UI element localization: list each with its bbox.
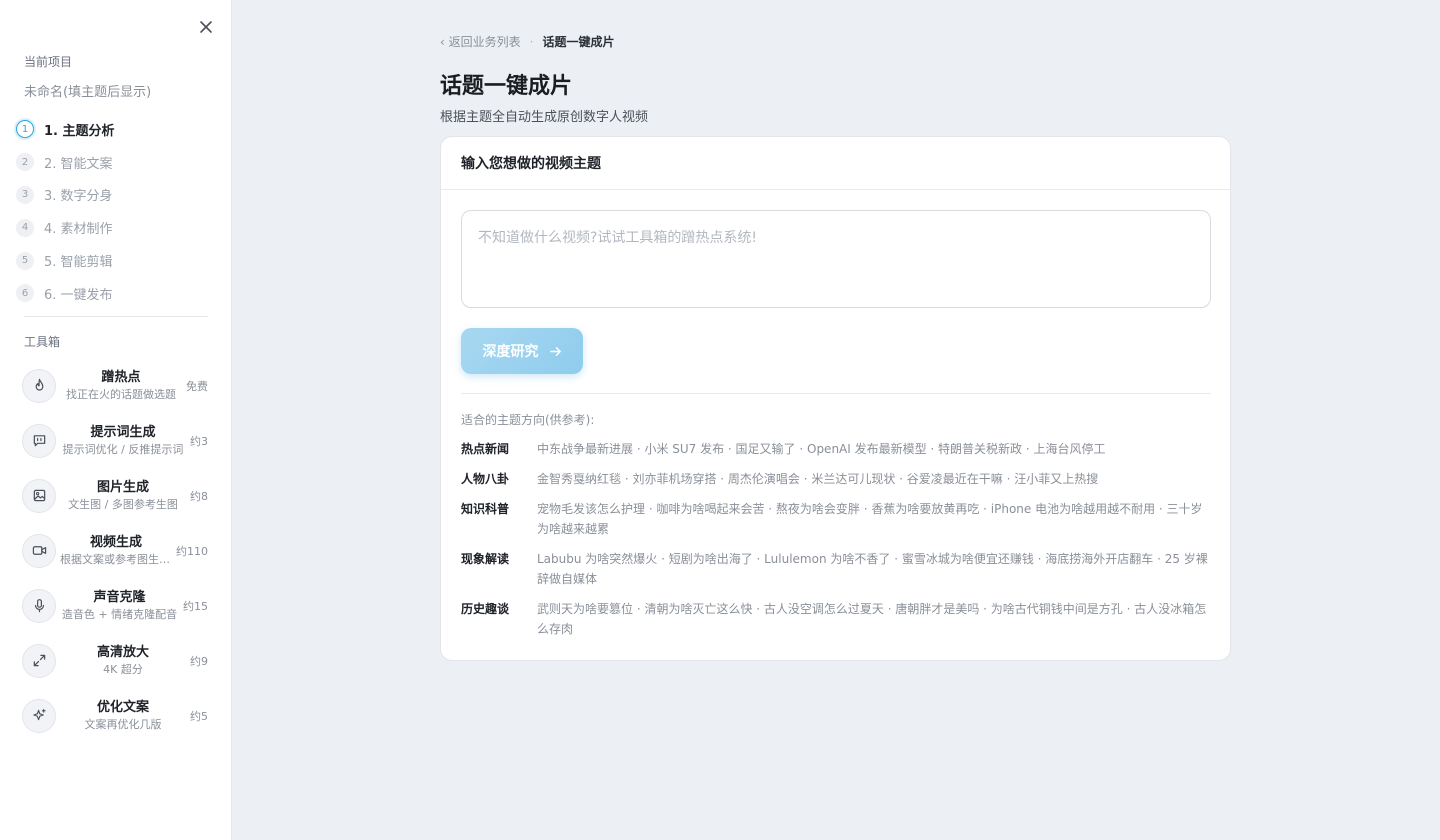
tool-title: 声音克隆 (93, 589, 146, 605)
category-row: 热点新闻 中东战争最新进展 · 小米 SU7 发布 · 国足又输了 · Open… (461, 439, 1211, 459)
close-icon[interactable] (197, 18, 215, 36)
microphone-icon (22, 588, 56, 623)
tool-title: 优化文案 (96, 699, 149, 715)
step-label: 2. 智能文案 (44, 156, 113, 172)
breadcrumb-separator: · (529, 34, 534, 49)
step-number: 4 (16, 218, 34, 237)
step-label: 4. 素材制作 (44, 222, 113, 238)
step-item-topic-analysis[interactable]: 1 1. 主题分析 (16, 113, 216, 146)
category-name: 人物八卦 (461, 472, 510, 486)
tool-cost: 免费 (186, 379, 208, 393)
tool-cost: 约8 (190, 489, 208, 503)
tool-cost: 约9 (190, 654, 208, 668)
chat-quote-icon (22, 423, 56, 458)
category-name: 热点新闻 (461, 442, 510, 456)
tool-title: 视频生成 (89, 534, 142, 550)
step-number: 2 (16, 153, 34, 172)
tool-subtitle: 找正在火的话题做选题 (66, 387, 176, 401)
toolbox-list: 蹭热点 找正在火的话题做选题 免费 提示词生成 提示词优化 / 反推提示词 约3… (20, 358, 212, 743)
category-name: 知识科普 (461, 502, 510, 516)
category-row: 人物八卦 金智秀戛纳红毯 · 刘亦菲机场穿搭 · 周杰伦演唱会 · 米兰达可儿现… (461, 469, 1211, 489)
step-item-material-production[interactable]: 4 4. 素材制作 (16, 211, 216, 244)
flame-icon (22, 368, 56, 403)
category-items[interactable]: Labubu 为啥突然爆火 · 短剧为啥出海了 · Lululemon 为啥不香… (537, 549, 1211, 589)
toolbox-label: 工具箱 (24, 335, 61, 349)
tool-item-hd-upscale[interactable]: 高清放大 4K 超分 约9 (20, 633, 212, 688)
project-name: 未命名(填主题后显示) (24, 85, 152, 100)
tool-subtitle: 文生图 / 多图参考生图 (68, 497, 178, 511)
sparkles-icon (22, 698, 56, 733)
tool-item-optimize-copy[interactable]: 优化文案 文案再优化几版 约5 (20, 688, 212, 743)
expand-arrows-icon (22, 643, 56, 678)
suggestions-label: 适合的主题方向(供参考): (461, 413, 595, 427)
image-icon (22, 478, 56, 513)
tool-item-video-generation[interactable]: 视频生成 根据文案或参考图生成视频 约110 (20, 523, 212, 578)
category-items[interactable]: 中东战争最新进展 · 小米 SU7 发布 · 国足又输了 · OpenAI 发布… (537, 439, 1211, 459)
tool-subtitle: 文案再优化几版 (84, 717, 162, 731)
step-item-digital-avatar[interactable]: 3 3. 数字分身 (16, 179, 216, 212)
current-project-label: 当前项目 (24, 55, 73, 69)
step-item-one-click-publish[interactable]: 6 6. 一键发布 (16, 277, 216, 310)
tool-subtitle: 提示词优化 / 反推提示词 (62, 442, 184, 456)
category-name: 历史趣谈 (461, 602, 510, 616)
category-items[interactable]: 武则天为啥要篡位 · 清朝为啥灭亡这么快 · 古人没空调怎么过夏天 · 唐朝胖才… (537, 599, 1211, 639)
category-row: 现象解读 Labubu 为啥突然爆火 · 短剧为啥出海了 · Lululemon… (461, 549, 1211, 589)
tool-item-voice-clone[interactable]: 声音克隆 造音色 + 情绪克隆配音 约15 (20, 578, 212, 633)
step-number: 3 (16, 185, 34, 204)
breadcrumb: ‹ 返回业务列表 · 话题一键成片 (440, 33, 614, 50)
arrow-right-icon (549, 346, 561, 356)
step-label: 1. 主题分析 (44, 123, 115, 139)
tool-title: 提示词生成 (90, 424, 156, 440)
step-item-smart-copy[interactable]: 2 2. 智能文案 (16, 146, 216, 179)
tool-cost: 约5 (190, 709, 208, 723)
category-items[interactable]: 金智秀戛纳红毯 · 刘亦菲机场穿搭 · 周杰伦演唱会 · 米兰达可儿现状 · 谷… (537, 469, 1211, 489)
category-name: 现象解读 (461, 552, 510, 566)
back-to-list-link[interactable]: ‹ 返回业务列表 (440, 33, 521, 50)
video-camera-icon (22, 533, 56, 568)
category-row: 历史趣谈 武则天为啥要篡位 · 清朝为啥灭亡这么快 · 古人没空调怎么过夏天 ·… (461, 599, 1211, 639)
tool-item-prompt-generation[interactable]: 提示词生成 提示词优化 / 反推提示词 约3 (20, 413, 212, 468)
tool-subtitle: 根据文案或参考图生成视频 (60, 552, 172, 566)
sidebar: 当前项目 未命名(填主题后显示) 1 1. 主题分析 2 2. 智能文案 3 3… (0, 0, 232, 840)
category-row: 知识科普 宠物毛发该怎么护理 · 咖啡为啥喝起来会苦 · 熬夜为啥会变胖 · 香… (461, 499, 1211, 539)
tool-cost: 约15 (183, 599, 208, 613)
card-header: 输入您想做的视频主题 (441, 137, 1230, 190)
step-number: 6 (16, 284, 34, 303)
breadcrumb-current: 话题一键成片 (542, 35, 615, 49)
category-items[interactable]: 宠物毛发该怎么护理 · 咖啡为啥喝起来会苦 · 熬夜为啥会变胖 · 香蕉为啥要放… (537, 499, 1211, 539)
step-label: 5. 智能剪辑 (44, 255, 113, 271)
tool-item-image-generation[interactable]: 图片生成 文生图 / 多图参考生图 约8 (20, 468, 212, 523)
topic-input[interactable] (461, 210, 1211, 308)
step-item-smart-editing[interactable]: 5 5. 智能剪辑 (16, 244, 216, 277)
sidebar-divider (24, 316, 208, 317)
step-number: 5 (16, 251, 34, 270)
step-list: 1 1. 主题分析 2 2. 智能文案 3 3. 数字分身 4 4. 素材制作 … (16, 113, 216, 310)
tool-title: 图片生成 (96, 479, 149, 495)
tool-title: 高清放大 (96, 644, 149, 660)
tool-cost: 约110 (176, 544, 208, 558)
topic-input-card: 输入您想做的视频主题 深度研究 适合的主题方向(供参考): 热点新闻 中东战争最… (440, 136, 1231, 661)
card-divider (461, 393, 1211, 394)
tool-subtitle: 4K 超分 (103, 662, 143, 676)
suggestion-categories: 热点新闻 中东战争最新进展 · 小米 SU7 发布 · 国足又输了 · Open… (461, 439, 1211, 649)
page-subtitle: 根据主题全自动生成原创数字人视频 (440, 110, 649, 125)
tool-item-trending[interactable]: 蹭热点 找正在火的话题做选题 免费 (20, 358, 212, 413)
page-title: 话题一键成片 (440, 74, 573, 99)
tool-subtitle: 造音色 + 情绪克隆配音 (61, 607, 178, 621)
tool-title: 蹭热点 (101, 369, 141, 385)
step-number: 1 (16, 120, 34, 139)
tool-cost: 约3 (190, 434, 208, 448)
step-label: 3. 数字分身 (44, 189, 113, 205)
deep-research-button[interactable]: 深度研究 (461, 328, 583, 374)
deep-research-label: 深度研究 (482, 344, 539, 360)
step-label: 6. 一键发布 (44, 287, 113, 303)
